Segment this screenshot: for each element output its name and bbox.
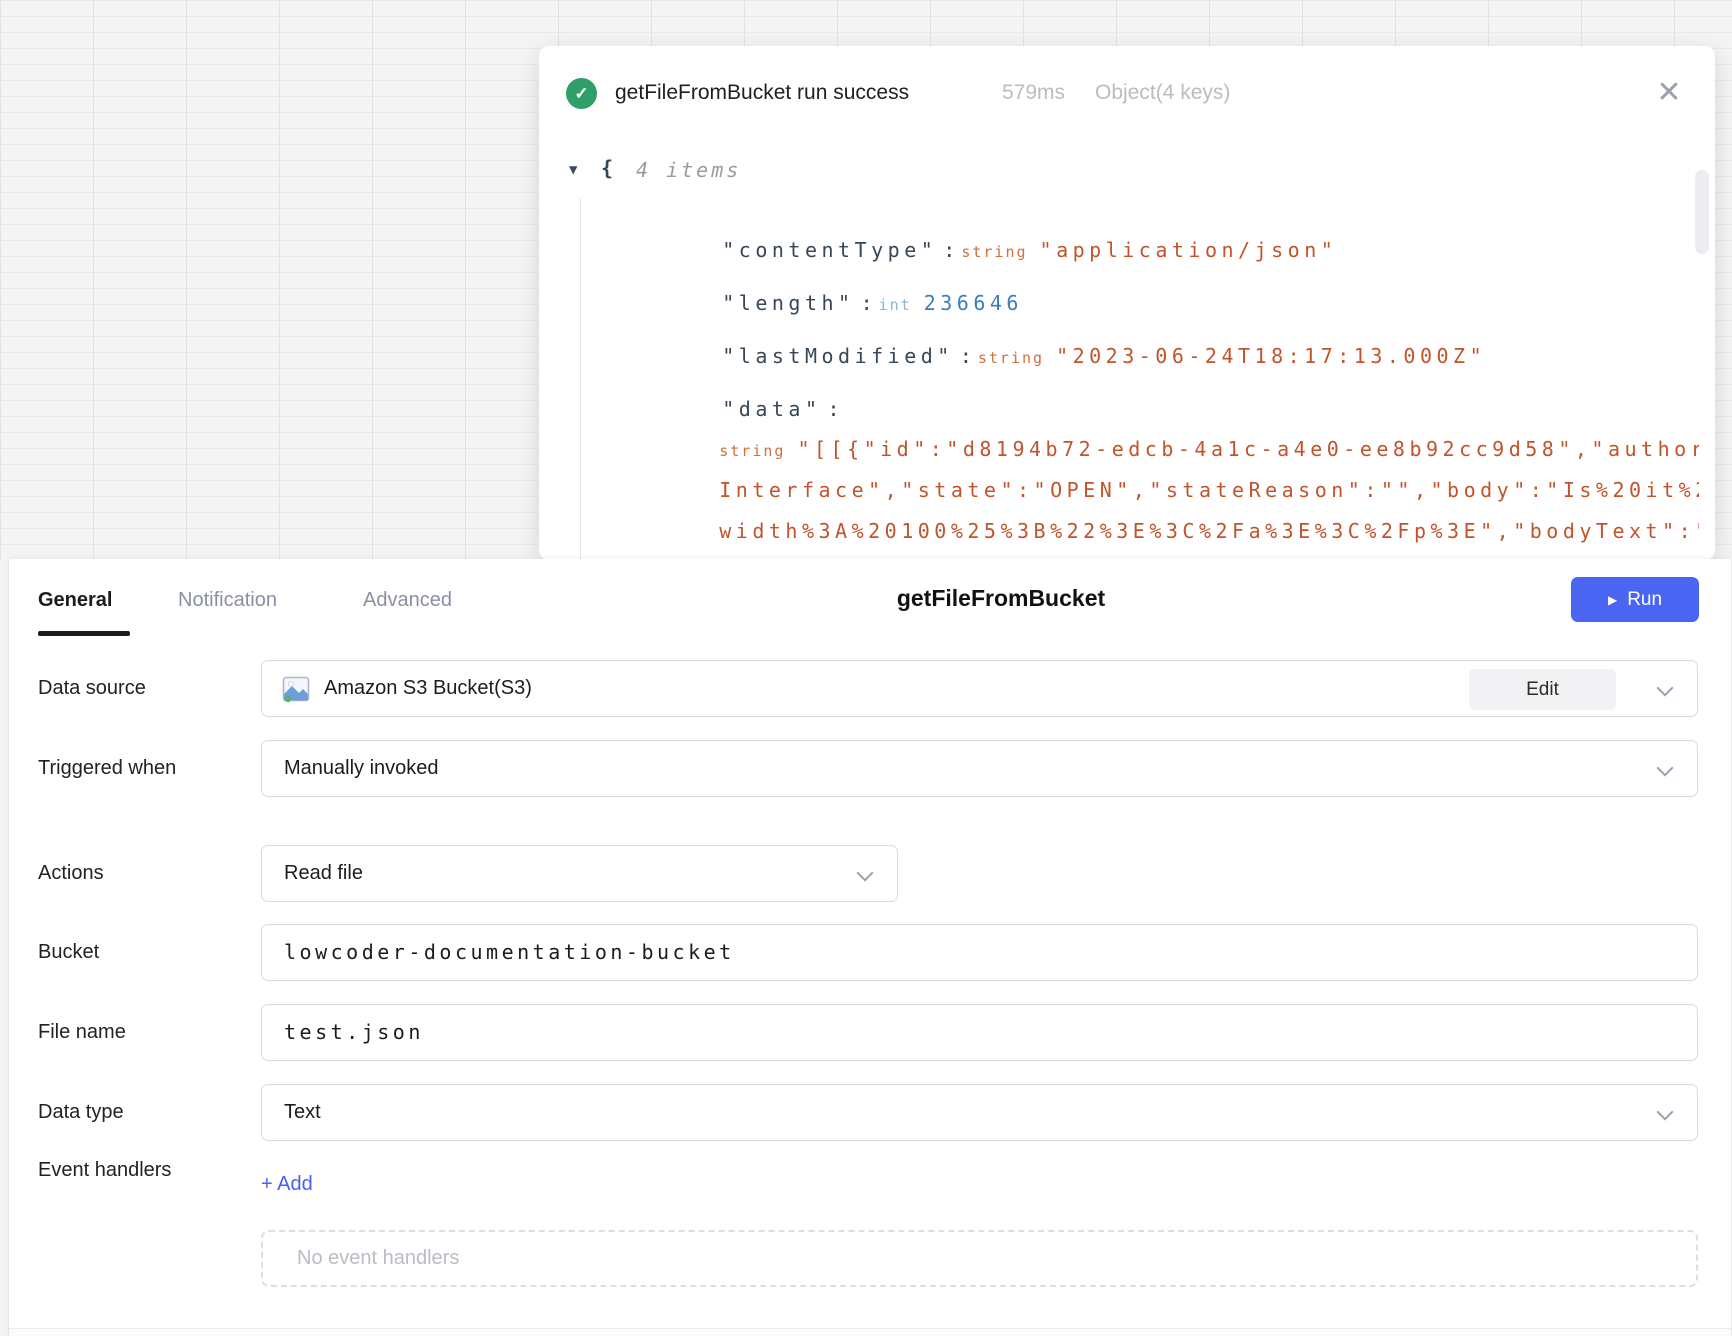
json-key: "lastModified" bbox=[722, 344, 954, 368]
run-duration: 579ms bbox=[1002, 81, 1065, 105]
data-source-value: Amazon S3 Bucket(S3) bbox=[324, 661, 532, 716]
play-icon: ▶ bbox=[1608, 593, 1617, 607]
data-type-value: Text bbox=[284, 1101, 321, 1123]
actions-label: Actions bbox=[38, 845, 104, 902]
run-button-label: Run bbox=[1627, 589, 1662, 611]
chevron-down-icon[interactable] bbox=[857, 865, 874, 882]
data-source-select[interactable]: Amazon S3 Bucket(S3) Edit bbox=[261, 660, 1698, 717]
json-colon: : bbox=[960, 344, 972, 368]
json-value: 236646 bbox=[924, 291, 1023, 315]
popup-scrollbar-thumb[interactable] bbox=[1695, 170, 1709, 254]
json-result-viewer: ▼ { 4 items "contentType": string "applica… bbox=[539, 140, 1699, 564]
data-type-select[interactable]: Text bbox=[261, 1084, 1698, 1141]
run-result-header: ✓ getFileFromBucket run success 579ms Ob… bbox=[539, 46, 1715, 140]
run-result-popup: ✓ getFileFromBucket run success 579ms Ob… bbox=[539, 46, 1715, 560]
no-event-handlers-box: No event handlers bbox=[261, 1230, 1698, 1287]
chevron-down-icon[interactable] bbox=[1657, 1104, 1674, 1121]
tab-notification[interactable]: Notification bbox=[178, 583, 277, 617]
json-type-label: int bbox=[879, 296, 912, 314]
json-key: "contentType" bbox=[722, 238, 937, 262]
triggered-when-value: Manually invoked bbox=[284, 757, 439, 779]
run-result-title: getFileFromBucket run success bbox=[615, 81, 909, 105]
json-colon: : bbox=[861, 291, 873, 315]
json-open-brace: { bbox=[601, 156, 618, 180]
chevron-down-icon[interactable] bbox=[1657, 680, 1674, 697]
json-key: "length" bbox=[722, 291, 854, 315]
query-config-panel: General Notification Advanced getFileFro… bbox=[8, 559, 1732, 1336]
json-indent-guide bbox=[580, 198, 581, 564]
triggered-when-label: Triggered when bbox=[38, 740, 176, 797]
query-title: getFileFromBucket bbox=[701, 585, 1301, 612]
json-type-label: string bbox=[978, 349, 1044, 367]
json-value: "application/json" bbox=[1040, 238, 1338, 262]
panel-bottom-divider bbox=[9, 1328, 1731, 1336]
chevron-down-icon[interactable] bbox=[1657, 760, 1674, 777]
actions-value: Read file bbox=[284, 862, 363, 884]
file-name-label: File name bbox=[38, 1004, 126, 1061]
success-check-icon: ✓ bbox=[566, 78, 597, 109]
triggered-when-select[interactable]: Manually invoked bbox=[261, 740, 1698, 797]
result-summary: Object(4 keys) bbox=[1095, 81, 1230, 105]
file-name-input[interactable]: test.json bbox=[261, 1004, 1698, 1061]
json-data-string-line: width%3A%20100%25%3B%22%3E%3C%2Fa%3E%3C%… bbox=[620, 495, 1699, 564]
edit-datasource-button[interactable]: Edit bbox=[1469, 669, 1616, 710]
tab-advanced[interactable]: Advanced bbox=[363, 583, 452, 617]
json-colon: : bbox=[943, 238, 955, 262]
bucket-label: Bucket bbox=[38, 924, 99, 981]
collapse-triangle-icon[interactable]: ▼ bbox=[569, 162, 577, 178]
close-icon[interactable]: ✕ bbox=[1647, 70, 1691, 114]
event-handlers-label: Event handlers bbox=[38, 1155, 171, 1185]
json-type-label: string bbox=[961, 243, 1027, 261]
actions-select[interactable]: Read file bbox=[261, 845, 898, 902]
data-source-label: Data source bbox=[38, 660, 146, 717]
active-tab-underline bbox=[38, 631, 130, 636]
s3-datasource-icon bbox=[282, 675, 310, 703]
data-type-label: Data type bbox=[38, 1084, 124, 1141]
run-button[interactable]: ▶ Run bbox=[1571, 577, 1699, 622]
add-event-handler-button[interactable]: + Add bbox=[261, 1169, 313, 1199]
bucket-input[interactable]: lowcoder-documentation-bucket bbox=[261, 924, 1698, 981]
tab-general[interactable]: General bbox=[38, 583, 112, 617]
json-value: width%3A%20100%25%3B%22%3E%3C%2Fa%3E%3C%… bbox=[719, 519, 1699, 543]
json-value: "2023-06-24T18:17:13.000Z" bbox=[1056, 344, 1486, 368]
json-items-count: 4 items bbox=[636, 158, 741, 182]
